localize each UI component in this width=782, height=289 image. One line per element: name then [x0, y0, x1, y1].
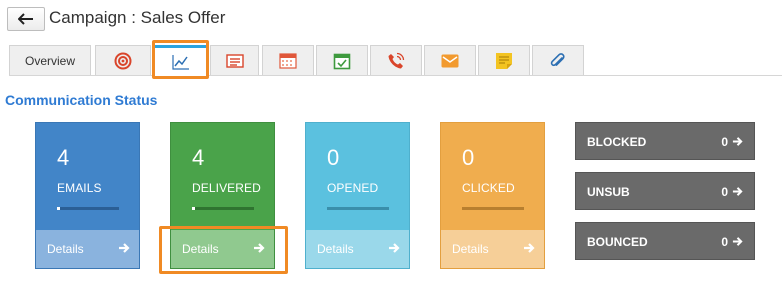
arrow-right-icon [524, 243, 535, 253]
card-clicked: 0 CLICKED Details [440, 122, 545, 269]
card-count: 4 [192, 145, 205, 170]
blocked-button[interactable]: BLOCKED 0 [575, 122, 755, 160]
progress-bar [57, 207, 119, 210]
card-delivered: 4 DELIVERED Details [170, 122, 275, 269]
target-icon [114, 52, 132, 69]
list-card-icon [225, 53, 244, 68]
unsub-button[interactable]: UNSUB 0 [575, 172, 755, 210]
unsub-count: 0 [721, 185, 728, 199]
tab-list[interactable] [210, 45, 259, 75]
tab-tasks[interactable] [316, 45, 368, 75]
details-button[interactable]: Details [36, 230, 139, 268]
tab-calls[interactable] [370, 45, 422, 75]
blocked-count: 0 [721, 135, 728, 149]
details-label: Details [47, 242, 84, 256]
tab-calendar[interactable] [262, 45, 314, 75]
arrow-right-icon [732, 237, 743, 246]
card-emails: 4 EMAILS Details [35, 122, 140, 269]
tab-overview-label: Overview [24, 53, 75, 68]
details-button[interactable]: Details [306, 230, 409, 268]
tab-attachments[interactable] [532, 45, 584, 75]
arrow-left-icon [18, 13, 33, 25]
details-label: Details [452, 242, 489, 256]
envelope-icon [441, 54, 459, 67]
tab-goals[interactable] [95, 45, 151, 75]
back-button[interactable] [7, 7, 45, 31]
blocked-label: BLOCKED [587, 135, 647, 149]
calendar-check-icon [333, 53, 351, 69]
card-label: OPENED [327, 181, 379, 195]
paperclip-icon [550, 52, 565, 66]
arrow-right-icon [732, 187, 743, 196]
bounced-count: 0 [721, 235, 728, 249]
details-button[interactable]: Details [171, 230, 274, 268]
tab-notes[interactable] [478, 45, 530, 75]
tab-analytics[interactable] [154, 45, 208, 76]
card-label: DELIVERED [192, 181, 261, 195]
card-count: 4 [57, 145, 70, 170]
card-label: CLICKED [462, 181, 515, 195]
unsub-label: UNSUB [587, 185, 630, 199]
details-button[interactable]: Details [441, 230, 544, 268]
card-label: EMAILS [57, 181, 102, 195]
calendar-grid-icon [279, 52, 297, 69]
tab-bar: Overview [9, 45, 782, 76]
phone-call-icon [388, 52, 405, 68]
line-chart-icon [172, 55, 189, 70]
progress-bar [462, 207, 524, 210]
bounced-button[interactable]: BOUNCED 0 [575, 222, 755, 260]
tab-email[interactable] [424, 45, 476, 75]
bounced-label: BOUNCED [587, 235, 648, 249]
arrow-right-icon [119, 243, 130, 253]
progress-bar [192, 207, 254, 210]
tab-overview[interactable]: Overview [9, 45, 91, 75]
card-count: 0 [327, 145, 340, 170]
arrow-right-icon [389, 243, 400, 253]
progress-bar [327, 207, 389, 210]
card-count: 0 [462, 145, 475, 170]
page-title: Campaign : Sales Offer [49, 8, 226, 27]
card-opened: 0 OPENED Details [305, 122, 410, 269]
sticky-note-icon [496, 52, 512, 69]
arrow-right-icon [732, 137, 743, 146]
details-label: Details [182, 242, 219, 256]
arrow-right-icon [254, 243, 265, 253]
details-label: Details [317, 242, 354, 256]
section-title: Communication Status [5, 92, 158, 108]
